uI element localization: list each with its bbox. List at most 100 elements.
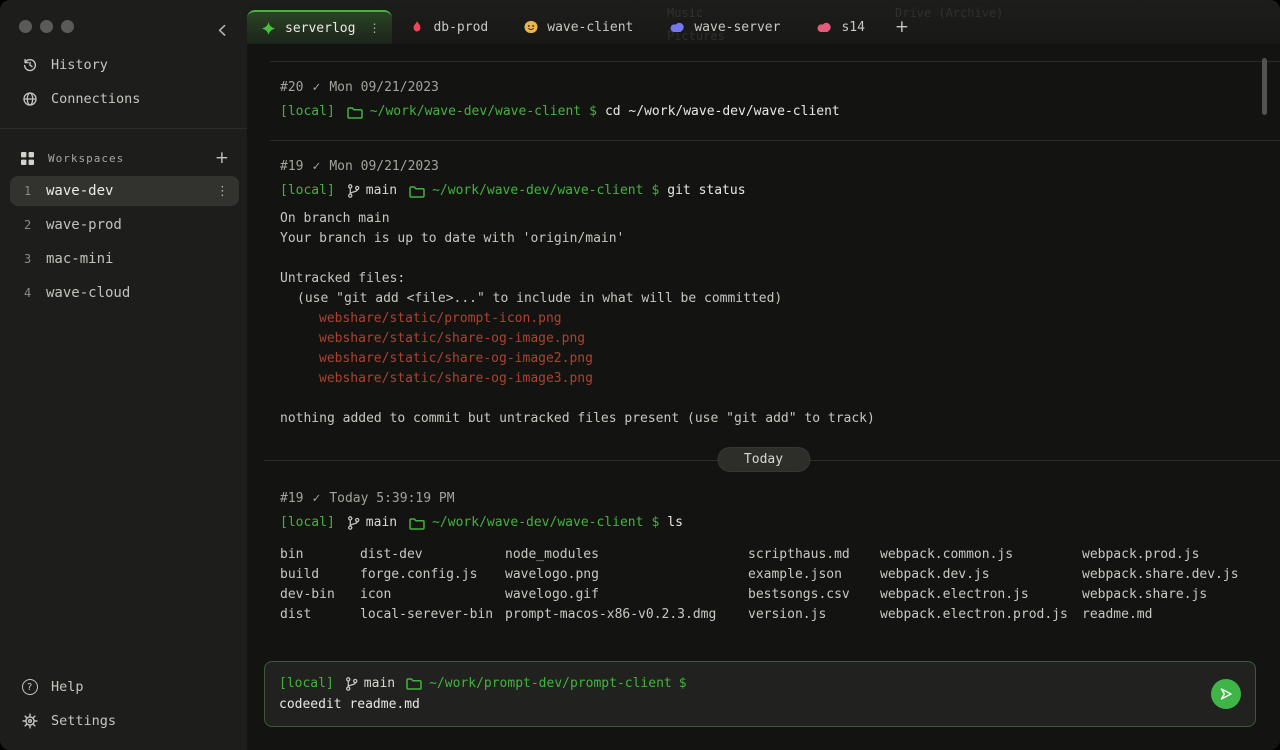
prompt-line: [local] main ~/work/wave-dev/wave-client… — [280, 513, 1280, 533]
workspace-number: 1 — [24, 184, 46, 198]
workspace-item-wave-dev[interactable]: 1 wave-dev ⋮ — [10, 176, 239, 206]
git-branch-icon — [347, 183, 360, 199]
workspace-number: 3 — [24, 252, 46, 266]
file-name: dev-bin — [280, 585, 360, 605]
file-name: webpack.electron.prod.js — [880, 605, 1082, 625]
remote-badge: [local] — [280, 181, 335, 201]
entry-header: #20✓Mon 09/21/2023 — [280, 78, 1280, 98]
tab-label: wave-client — [547, 20, 633, 35]
terminal-area: #20✓Mon 09/21/2023 [local] ~/work/wave-d… — [247, 44, 1280, 750]
prompt-line: [local] ~/work/wave-dev/wave-client $ cd… — [280, 102, 1280, 122]
file-name: webpack.electron.js — [880, 585, 1082, 605]
add-workspace-button[interactable]: + — [215, 150, 229, 167]
check-icon: ✓ — [312, 78, 320, 98]
sidebar-footer: Help Settings — [0, 670, 247, 738]
file-name: example.json — [748, 565, 880, 585]
workspace-menu-icon[interactable]: ⋮ — [216, 184, 229, 199]
git-branch-segment: main — [347, 513, 397, 533]
output-line: On branch main — [280, 209, 1280, 229]
close-window-button[interactable] — [19, 20, 32, 33]
sidebar-divider — [0, 128, 247, 129]
workspace-name: mac-mini — [46, 251, 229, 267]
entry-header: #19✓Mon 09/21/2023 — [280, 157, 1280, 177]
file-name: webpack.prod.js — [1082, 545, 1280, 565]
output-line: Untracked files: — [280, 269, 1280, 289]
run-command-button[interactable] — [1211, 679, 1241, 709]
folder-icon — [409, 517, 425, 530]
command-text: git status — [667, 181, 745, 201]
cwd-segment: ~/work/wave-dev/wave-client — [409, 513, 643, 533]
tab-s14[interactable]: s14 — [798, 10, 882, 44]
file-name: wavelogo.png — [505, 565, 748, 585]
workspace-item-mac-mini[interactable]: 3 mac-mini — [10, 244, 239, 274]
workspaces-header: Workspaces + — [0, 142, 247, 174]
branch-name: main — [366, 181, 397, 201]
tab-db-prod[interactable]: db-prod — [392, 10, 506, 44]
check-icon: ✓ — [312, 157, 320, 177]
send-icon — [1218, 686, 1234, 702]
sidebar-item-help[interactable]: Help — [0, 670, 247, 704]
workspace-item-wave-cloud[interactable]: 4 wave-cloud — [10, 278, 239, 308]
scrollbar[interactable] — [1262, 58, 1267, 115]
command-input[interactable]: [local] main ~/work/prompt-dev/prompt-cl… — [264, 661, 1256, 727]
cwd-path: ~/work/wave-dev/wave-client — [370, 102, 581, 122]
command-output: On branch main Your branch is up to date… — [280, 209, 1280, 429]
cwd-segment: ~/work/prompt-dev/prompt-client — [406, 673, 672, 694]
folder-icon — [347, 106, 363, 119]
entry-number: #20 — [280, 78, 303, 98]
file-name: local-serever-bin — [360, 605, 505, 625]
grid-icon — [21, 152, 34, 165]
output-line: nothing added to commit but untracked fi… — [280, 409, 1280, 429]
file-name: build — [280, 565, 360, 585]
sidebar-item-label: Help — [51, 679, 84, 695]
cwd-path: ~/work/wave-dev/wave-client — [432, 181, 643, 201]
ls-output: bin dist-dev node_modules scripthaus.md … — [280, 545, 1280, 625]
file-name: prompt-macos-x86-v0.2.3.dmg — [505, 605, 748, 625]
file-name: readme.md — [1082, 605, 1280, 625]
entry-date: Today 5:39:19 PM — [329, 489, 454, 509]
history-entry-19-today: #19✓Today 5:39:19 PM [local] main ~/work… — [247, 477, 1280, 625]
sparkle-icon — [261, 21, 276, 36]
file-name: dist-dev — [360, 545, 505, 565]
tab-label: s14 — [841, 20, 864, 35]
sidebar-collapse-button[interactable] — [213, 21, 231, 39]
cloud-icon — [816, 21, 832, 34]
desktop-bleed-label: Drive (Archive) — [895, 6, 1003, 20]
file-name: node_modules — [505, 545, 748, 565]
flame-icon — [410, 20, 424, 34]
typed-command[interactable]: codeedit readme.md — [279, 694, 1241, 715]
workspace-item-wave-prod[interactable]: 2 wave-prod — [10, 210, 239, 240]
file-name: webpack.share.dev.js — [1082, 565, 1280, 585]
today-pill[interactable]: Today — [717, 447, 810, 472]
git-branch-icon — [347, 515, 360, 531]
prompt-dollar: $ — [651, 181, 659, 201]
cloud-icon — [669, 21, 685, 34]
git-branch-segment: main — [345, 673, 395, 694]
sidebar-item-settings[interactable]: Settings — [0, 704, 247, 738]
tab-wave-client[interactable]: wave-client — [506, 10, 651, 44]
prompt-dollar: $ — [651, 513, 659, 533]
chevron-left-icon — [217, 24, 227, 37]
workspace-list: 1 wave-dev ⋮ 2 wave-prod 3 mac-mini 4 wa… — [0, 176, 247, 312]
globe-icon — [21, 91, 38, 107]
sidebar-item-label: Settings — [51, 713, 116, 729]
minimize-window-button[interactable] — [40, 20, 53, 33]
cwd-segment: ~/work/wave-dev/wave-client — [409, 181, 643, 201]
workspace-name: wave-dev — [46, 183, 216, 199]
file-name: webpack.dev.js — [880, 565, 1082, 585]
tab-wave-server[interactable]: wave-server — [651, 10, 798, 44]
output-line: (use "git add <file>..." to include in w… — [297, 289, 1280, 309]
sidebar: History Connections — [0, 0, 247, 750]
file-name: version.js — [748, 605, 880, 625]
workspace-number: 2 — [24, 218, 46, 232]
maximize-window-button[interactable] — [61, 20, 74, 33]
cwd-path: ~/work/wave-dev/wave-client — [432, 513, 643, 533]
traffic-lights — [19, 20, 74, 33]
tab-serverlog[interactable]: serverlog ⋮ — [247, 10, 392, 44]
file-name: webpack.common.js — [880, 545, 1082, 565]
sidebar-item-label: History — [51, 57, 108, 73]
tab-menu-icon[interactable]: ⋮ — [368, 21, 380, 35]
tab-bar: Music Drive (Archive) Pictures serverlog… — [247, 0, 1280, 44]
sidebar-item-history[interactable]: History — [0, 48, 247, 82]
sidebar-item-connections[interactable]: Connections — [0, 82, 247, 116]
